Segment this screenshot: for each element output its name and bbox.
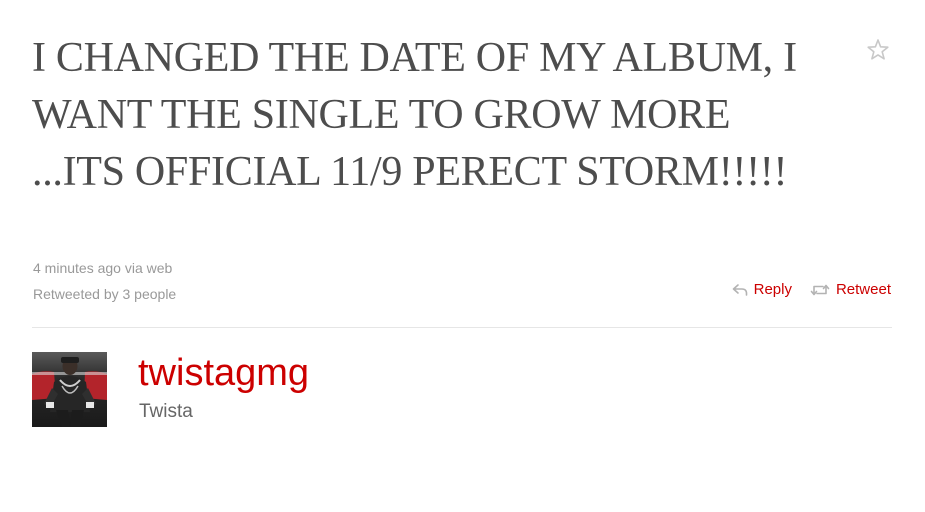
tweet-actions: Reply Retweet [732,281,891,298]
retweet-button[interactable]: Retweet [810,281,891,298]
reply-label: Reply [753,281,792,298]
reply-button[interactable]: Reply [732,281,792,298]
reply-arrow-icon [732,283,747,296]
avatar[interactable] [32,352,107,427]
retweeted-by[interactable]: Retweeted by 3 people [33,284,176,304]
star-icon[interactable] [866,38,890,62]
author-username[interactable]: twistagmg [138,350,309,396]
author-display-name: Twista [139,401,193,422]
via-prefix: via [124,260,143,276]
tweet-page: I CHANGED THE DATE OF MY ALBUM, I WANT T… [0,0,925,512]
retweet-icon [810,284,830,295]
via-source-link[interactable]: web [147,260,173,276]
divider [32,327,892,328]
retweet-label: Retweet [835,281,891,298]
tweet-text: I CHANGED THE DATE OF MY ALBUM, I WANT T… [32,35,797,195]
tweet-timestamp[interactable]: 4 minutes ago [33,260,121,276]
tweet-meta: 4 minutes ago via web Retweeted by 3 peo… [33,258,176,304]
